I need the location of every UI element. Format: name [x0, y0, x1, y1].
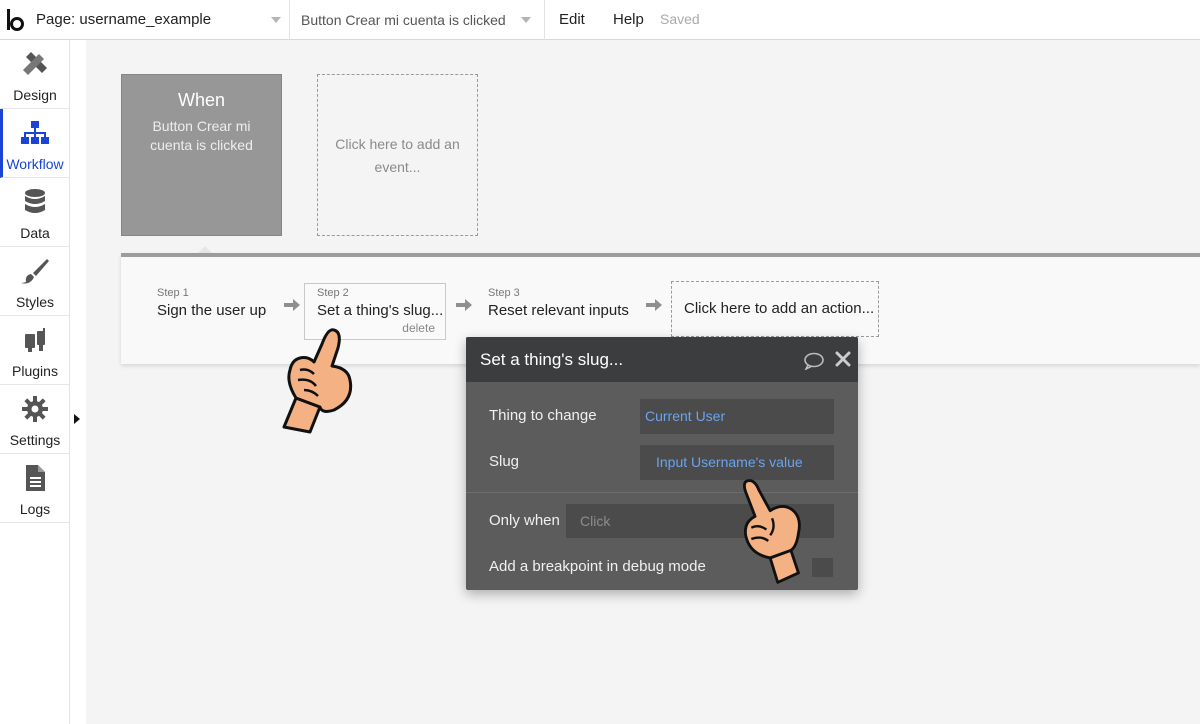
popup-header: Set a thing's slug... [466, 337, 858, 382]
sidebar-item-label: Data [20, 225, 50, 241]
page-selector[interactable]: Page: username_example [28, 0, 290, 40]
close-icon[interactable] [835, 351, 851, 367]
brush-icon [21, 259, 49, 284]
thing-to-change-field[interactable]: Current User [640, 399, 834, 434]
help-menu[interactable]: Help [613, 11, 644, 28]
sidebar-item-label: Workflow [6, 156, 64, 172]
event-card-description: Button Crear mi cuenta is clicked [150, 118, 253, 153]
sidebar-item-design[interactable]: Design [0, 40, 70, 109]
breakpoint-label: Add a breakpoint in debug mode [489, 558, 706, 575]
chevron-down-icon [521, 17, 531, 23]
popup-title: Set a thing's slug... [480, 350, 624, 369]
sidebar-item-plugins[interactable]: Plugins [0, 316, 70, 385]
sidebar-item-data[interactable]: Data [0, 178, 70, 247]
only-when-label: Only when [489, 512, 560, 529]
step-number: Step 2 [317, 287, 349, 299]
step-1[interactable]: Step 1 Sign the user up [157, 287, 287, 327]
chevron-down-icon [271, 17, 281, 23]
add-event-button[interactable]: Click here to add an event... [317, 74, 478, 236]
step-name: Reset relevant inputs [488, 302, 629, 319]
design-icon [23, 52, 47, 75]
event-selector-label: Button Crear mi cuenta is clicked [301, 12, 506, 28]
sidebar-item-logs[interactable]: Logs [0, 454, 70, 523]
plugins-icon [25, 328, 45, 352]
sidebar-item-label: Settings [9, 432, 61, 448]
event-card-title: When [177, 90, 226, 110]
sidebar-item-label: Styles [15, 294, 55, 310]
slug-value: Input Username's value [656, 454, 803, 470]
step-number: Step 3 [488, 287, 520, 299]
add-event-text: Click here to add an event... [335, 136, 460, 175]
thing-to-change-value: Current User [645, 408, 726, 424]
step-number: Step 1 [157, 287, 189, 299]
event-card[interactable]: When Button Crear mi cuenta is clicked [121, 74, 282, 236]
sidebar-item-label: Logs [19, 501, 51, 517]
pointing-hand-icon [282, 328, 353, 434]
breakpoint-checkbox[interactable] [812, 558, 833, 577]
sidebar-item-label: Plugins [12, 363, 58, 379]
sidebar-item-label: Design [13, 87, 57, 103]
step-name: Set a thing's slug... [317, 302, 444, 319]
gear-icon [22, 396, 48, 422]
arrow-right-icon [456, 299, 472, 311]
page-selector-label: Page: username_example [36, 11, 212, 28]
document-icon [26, 465, 45, 491]
only-when-placeholder: Click [580, 513, 611, 529]
arrow-right-icon [284, 299, 300, 311]
edit-menu[interactable]: Edit [559, 11, 585, 28]
sidebar-collapse-icon[interactable] [74, 414, 80, 424]
workflow-icon [21, 121, 49, 144]
step-name: Sign the user up [157, 302, 267, 319]
top-bar: Page: username_example Button Crear mi c… [0, 0, 1200, 40]
add-action-button[interactable]: Click here to add an action... [671, 281, 879, 337]
sidebar-item-workflow[interactable]: Workflow [0, 109, 70, 178]
delete-step-link[interactable]: delete [402, 321, 435, 335]
arrow-right-icon [646, 299, 662, 311]
bubble-logo-icon[interactable] [4, 6, 26, 34]
comment-icon[interactable] [804, 352, 824, 370]
sidebar-item-settings[interactable]: Settings [0, 385, 70, 454]
step-3[interactable]: Step 3 Reset relevant inputs [488, 287, 638, 327]
sidebar-item-styles[interactable]: Styles [0, 247, 70, 316]
sidebar: Design Workflow Data Styles Plugins Sett… [0, 40, 70, 724]
database-icon [25, 189, 45, 213]
saved-status: Saved [660, 11, 700, 27]
slug-label: Slug [489, 453, 520, 470]
thing-to-change-label: Thing to change [489, 407, 597, 424]
add-action-text: Click here to add an action... [684, 300, 875, 317]
event-selector[interactable]: Button Crear mi cuenta is clicked [290, 0, 545, 40]
pointing-hand-icon [743, 479, 801, 584]
